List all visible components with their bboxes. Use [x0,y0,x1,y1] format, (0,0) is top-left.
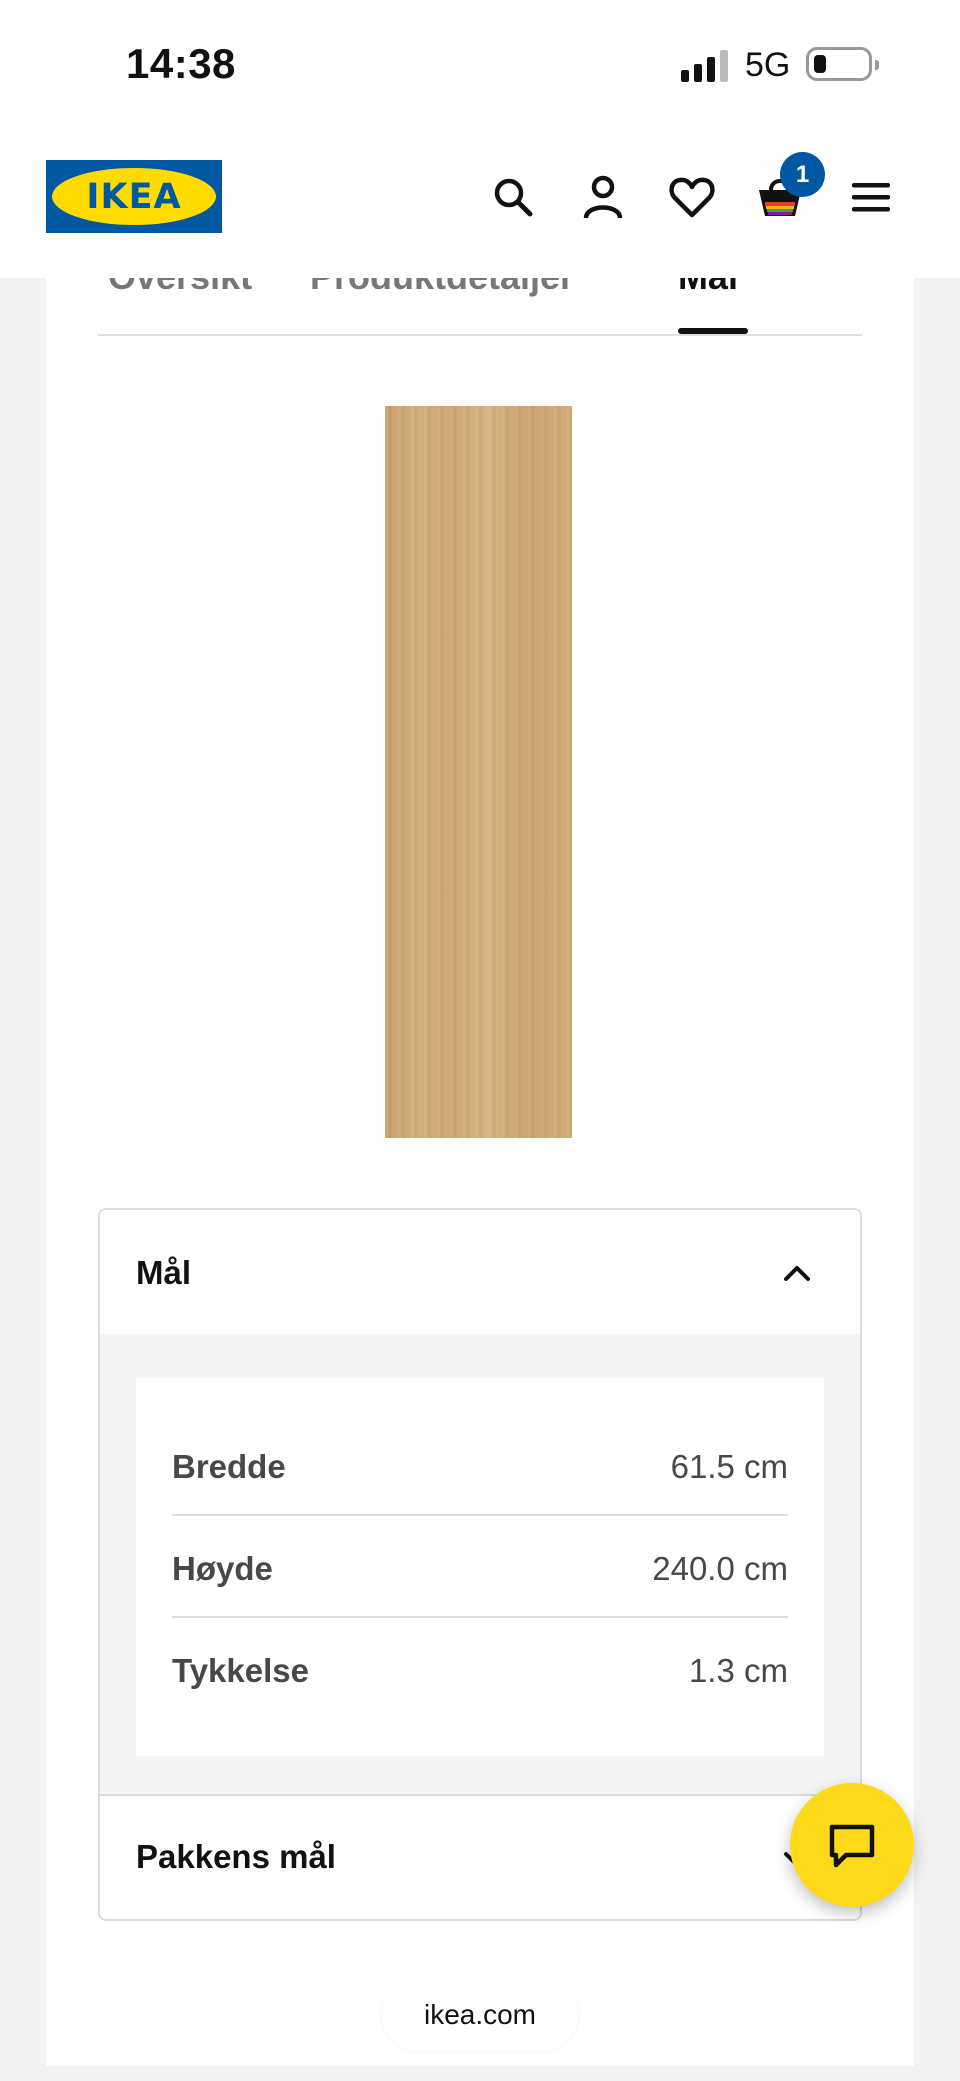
ikea-logo[interactable]: IKEA [46,160,222,233]
package-dimensions-accordion-header[interactable]: Pakkens mål [100,1794,860,1919]
dimension-label: Bredde [172,1448,286,1485]
active-tab-indicator [678,328,748,334]
package-dimensions-title: Pakkens mål [136,1838,336,1875]
chevron-up-icon[interactable] [780,1256,814,1290]
cart-count-badge: 1 [780,152,825,197]
menu-icon[interactable] [846,172,896,222]
signal-icon [681,50,728,82]
site-header: IKEA 1 [0,130,960,278]
tab-oversikt[interactable]: Oversikt [108,278,252,298]
dimension-row: Tykkelse 1.3 cm [172,1618,788,1720]
status-bar: 14:38 5G [0,0,960,130]
network-type: 5G [745,46,791,84]
dimension-label: Tykkelse [172,1652,309,1689]
product-image[interactable] [385,406,572,1138]
browser-url-bar[interactable]: ikea.com [382,1979,578,2051]
chat-icon [829,1824,875,1868]
logo-text: IKEA [86,177,182,217]
product-content: Oversikt Produktdetaljer Mål Mål Bredde … [46,278,914,2066]
product-tabs: Oversikt Produktdetaljer Mål [98,278,862,336]
dimension-value: 1.3 cm [688,1652,788,1689]
dimension-value: 61.5 cm [670,1448,788,1485]
dimension-row: Bredde 61.5 cm [172,1414,788,1516]
heart-icon[interactable] [667,172,717,222]
tab-produktdetaljer[interactable]: Produktdetaljer [310,278,574,298]
dimension-row: Høyde 240.0 cm [172,1516,788,1618]
user-icon[interactable] [578,172,628,222]
dimensions-accordion: Mål Bredde 61.5 cm Høyde 240.0 cm Tykkel… [98,1208,862,1921]
status-time: 14:38 [126,40,236,87]
dimensions-table: Bredde 61.5 cm Høyde 240.0 cm Tykkelse 1… [136,1378,824,1756]
battery-icon [806,47,879,81]
search-icon[interactable] [488,172,538,222]
dimensions-accordion-body: Bredde 61.5 cm Høyde 240.0 cm Tykkelse 1… [100,1334,860,1794]
dimension-label: Høyde [172,1550,273,1587]
tab-mal[interactable]: Mål [678,278,738,298]
dimensions-title: Mål [136,1254,192,1291]
dimensions-accordion-header[interactable]: Mål [100,1210,860,1334]
chat-button[interactable] [790,1783,914,1907]
dimension-value: 240.0 cm [652,1550,788,1587]
